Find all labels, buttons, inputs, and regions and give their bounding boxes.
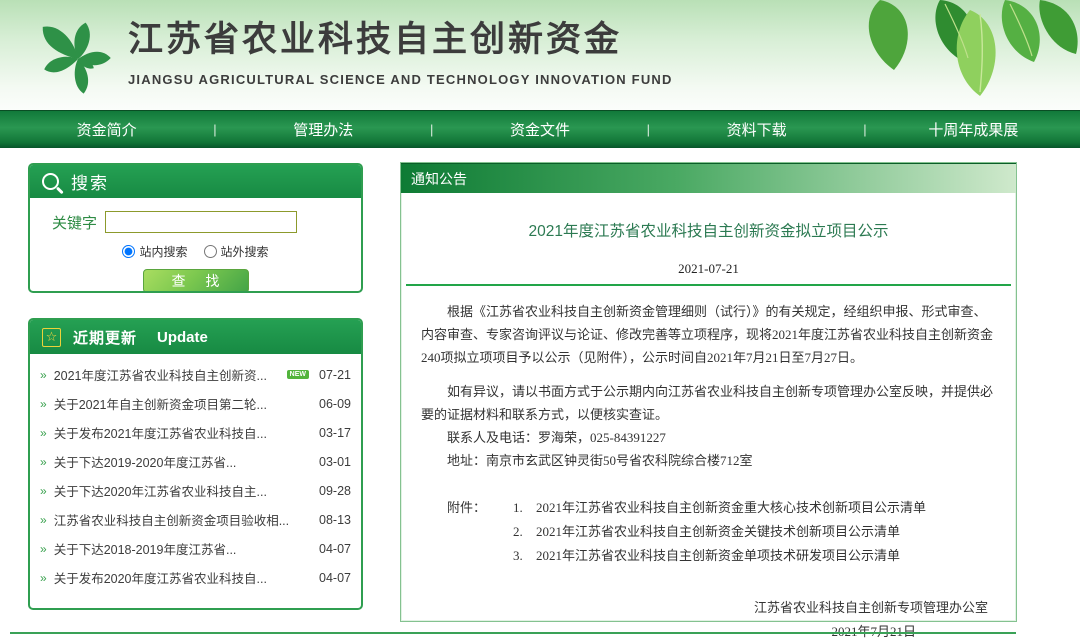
site-header: 江苏省农业科技自主创新资金 JIANGSU AGRICULTURAL SCIEN… [0,0,1080,110]
leaf-logo-icon [28,4,128,106]
update-item-title: 关于2021年自主创新资金项目第二轮... [54,394,313,413]
attachment-number: 1. [513,500,523,515]
chevron-bullet-icon: » [40,542,47,556]
chevron-bullet-icon: » [40,426,47,440]
recent-updates-header: ☆ 近期更新 Update [30,320,361,354]
update-item-date: 08-13 [319,513,351,527]
attachment-title: 2021年江苏省农业科技自主创新资金重大核心技术创新项目公示清单 [536,500,926,515]
update-list-item[interactable]: » 关于发布2021年度江苏省农业科技自... 03-17 [38,418,351,447]
attachments-list: 1. 2021年江苏省农业科技自主创新资金重大核心技术创新项目公示清单 2. 2… [486,496,926,568]
signature-date: 2021年7月21日 [421,620,988,639]
update-list-item[interactable]: » 关于下达2019-2020年度江苏省... 03-01 [38,447,351,476]
keyword-label: 关键字 [52,212,97,233]
nav-item[interactable]: 管理办法 [217,119,430,140]
recent-updates-title: 近期更新 [73,327,137,348]
update-list-item[interactable]: » 关于发布2020年度江苏省农业科技自... 04-07 [38,563,351,592]
search-panel-title: 搜索 [71,169,109,194]
notice-section-title: 通知公告 [401,163,1016,193]
attachment-number: 2. [513,524,523,539]
signature-office: 江苏省农业科技自主创新专项管理办公室 [421,596,988,620]
attachments-block: 附件： 1. 2021年江苏省农业科技自主创新资金重大核心技术创新项目公示清单 … [421,496,996,568]
search-panel-header: 搜索 [30,165,361,198]
star-icon: ☆ [42,328,61,347]
update-item-title: 关于发布2021年度江苏省农业科技自... [54,423,313,442]
page-bottom-divider [10,632,1016,634]
update-item-date: 03-17 [319,426,351,440]
radio-external-search-input[interactable] [204,245,217,258]
site-subtitle: JIANGSU AGRICULTURAL SCIENCE AND TECHNOL… [128,72,673,87]
search-icon [42,173,59,190]
updates-list: » 2021年度江苏省农业科技自主创新资... NEW 07-21 » 关于20… [30,354,361,592]
update-item-title: 关于下达2019-2020年度江苏省... [54,452,313,471]
nav-item[interactable]: 资料下载 [650,119,863,140]
update-list-item[interactable]: » 江苏省农业科技自主创新资金项目验收相... 08-13 [38,505,351,534]
article-body: 根据《江苏省农业科技自主创新资金管理细则（试行）》的有关规定，经组织申报、形式审… [421,300,996,426]
recent-updates-subtitle: Update [157,329,208,346]
decor-leaves-icon [820,0,1080,108]
radio-site-search[interactable]: 站内搜索 [122,243,187,260]
radio-external-search-label: 站外搜索 [221,243,269,260]
search-input[interactable] [105,211,297,233]
site-logo[interactable] [28,4,128,106]
update-item-title: 江苏省农业科技自主创新资金项目验收相... [54,510,313,529]
chevron-bullet-icon: » [40,368,47,382]
chevron-bullet-icon: » [40,484,47,498]
update-item-date: 09-28 [319,484,351,498]
chevron-bullet-icon: » [40,397,47,411]
update-list-item[interactable]: » 2021年度江苏省农业科技自主创新资... NEW 07-21 [38,360,351,389]
radio-site-search-label: 站内搜索 [139,243,187,260]
attachment-number: 3. [513,548,523,563]
site-title: 江苏省农业科技自主创新资金 [128,14,673,66]
update-item-title: 2021年度江苏省农业科技自主创新资... [54,365,283,384]
update-item-date: 04-07 [319,542,351,556]
search-submit-button[interactable]: 查 找 [143,269,249,293]
article-paragraph: 如有异议，请以书面方式于公示期内向江苏省农业科技自主创新专项管理办公室反映，并提… [421,380,996,426]
update-item-title: 关于发布2020年度江苏省农业科技自... [54,568,313,587]
attachment-item[interactable]: 1. 2021年江苏省农业科技自主创新资金重大核心技术创新项目公示清单 [486,496,926,520]
update-list-item[interactable]: » 关于下达2020年江苏省农业科技自主... 09-28 [38,476,351,505]
attachment-item[interactable]: 2. 2021年江苏省农业科技自主创新资金关键技术创新项目公示清单 [486,520,926,544]
attachments-label: 附件： [421,496,486,568]
update-item-date: 06-09 [319,397,351,411]
search-panel: 搜索 关键字 站内搜索 站外搜索 查 找 [28,163,363,293]
chevron-bullet-icon: » [40,571,47,585]
attachment-item[interactable]: 3. 2021年江苏省农业科技自主创新资金单项技术研发项目公示清单 [486,544,926,568]
update-item-title: 关于下达2018-2019年度江苏省... [54,539,313,558]
nav-item[interactable]: 资金简介 [0,119,213,140]
new-badge: NEW [287,370,309,379]
main-nav: 资金简介 | 管理办法 | 资金文件 | 资料下载 | 十周年成果展 [0,110,1080,148]
contact-address: 地址：南京市玄武区钟灵街50号省农科院综合楼712室 [421,449,996,472]
attachment-title: 2021年江苏省农业科技自主创新资金单项技术研发项目公示清单 [536,548,900,563]
update-list-item[interactable]: » 关于2021年自主创新资金项目第二轮... 06-09 [38,389,351,418]
brand-block: 江苏省农业科技自主创新资金 JIANGSU AGRICULTURAL SCIEN… [128,14,673,87]
notice-article: 2021年度江苏省农业科技自主创新资金拟立项目公示 2021-07-21 根据《… [401,219,1016,639]
attachment-title: 2021年江苏省农业科技自主创新资金关键技术创新项目公示清单 [536,524,900,539]
radio-external-search[interactable]: 站外搜索 [204,243,269,260]
date-divider [406,284,1011,286]
update-list-item[interactable]: » 关于下达2018-2019年度江苏省... 04-07 [38,534,351,563]
contact-phone: 联系人及电话：罗海荣，025-84391227 [421,426,996,449]
nav-item[interactable]: 资金文件 [433,119,646,140]
article-title: 2021年度江苏省农业科技自主创新资金拟立项目公示 [421,219,996,241]
article-paragraph: 根据《江苏省农业科技自主创新资金管理细则（试行）》的有关规定，经组织申报、形式审… [421,300,996,369]
page: 江苏省农业科技自主创新资金 JIANGSU AGRICULTURAL SCIEN… [0,0,1080,639]
update-item-date: 04-07 [319,571,351,585]
chevron-bullet-icon: » [40,455,47,469]
update-item-date: 07-21 [319,368,351,382]
recent-updates-panel: ☆ 近期更新 Update » 2021年度江苏省农业科技自主创新资... NE… [28,318,363,610]
chevron-bullet-icon: » [40,513,47,527]
nav-item[interactable]: 十周年成果展 [867,119,1080,140]
radio-site-search-input[interactable] [122,245,135,258]
update-item-title: 关于下达2020年江苏省农业科技自主... [54,481,313,500]
notice-panel: 通知公告 2021年度江苏省农业科技自主创新资金拟立项目公示 2021-07-2… [400,162,1017,622]
article-date: 2021-07-21 [421,261,996,277]
update-item-date: 03-01 [319,455,351,469]
